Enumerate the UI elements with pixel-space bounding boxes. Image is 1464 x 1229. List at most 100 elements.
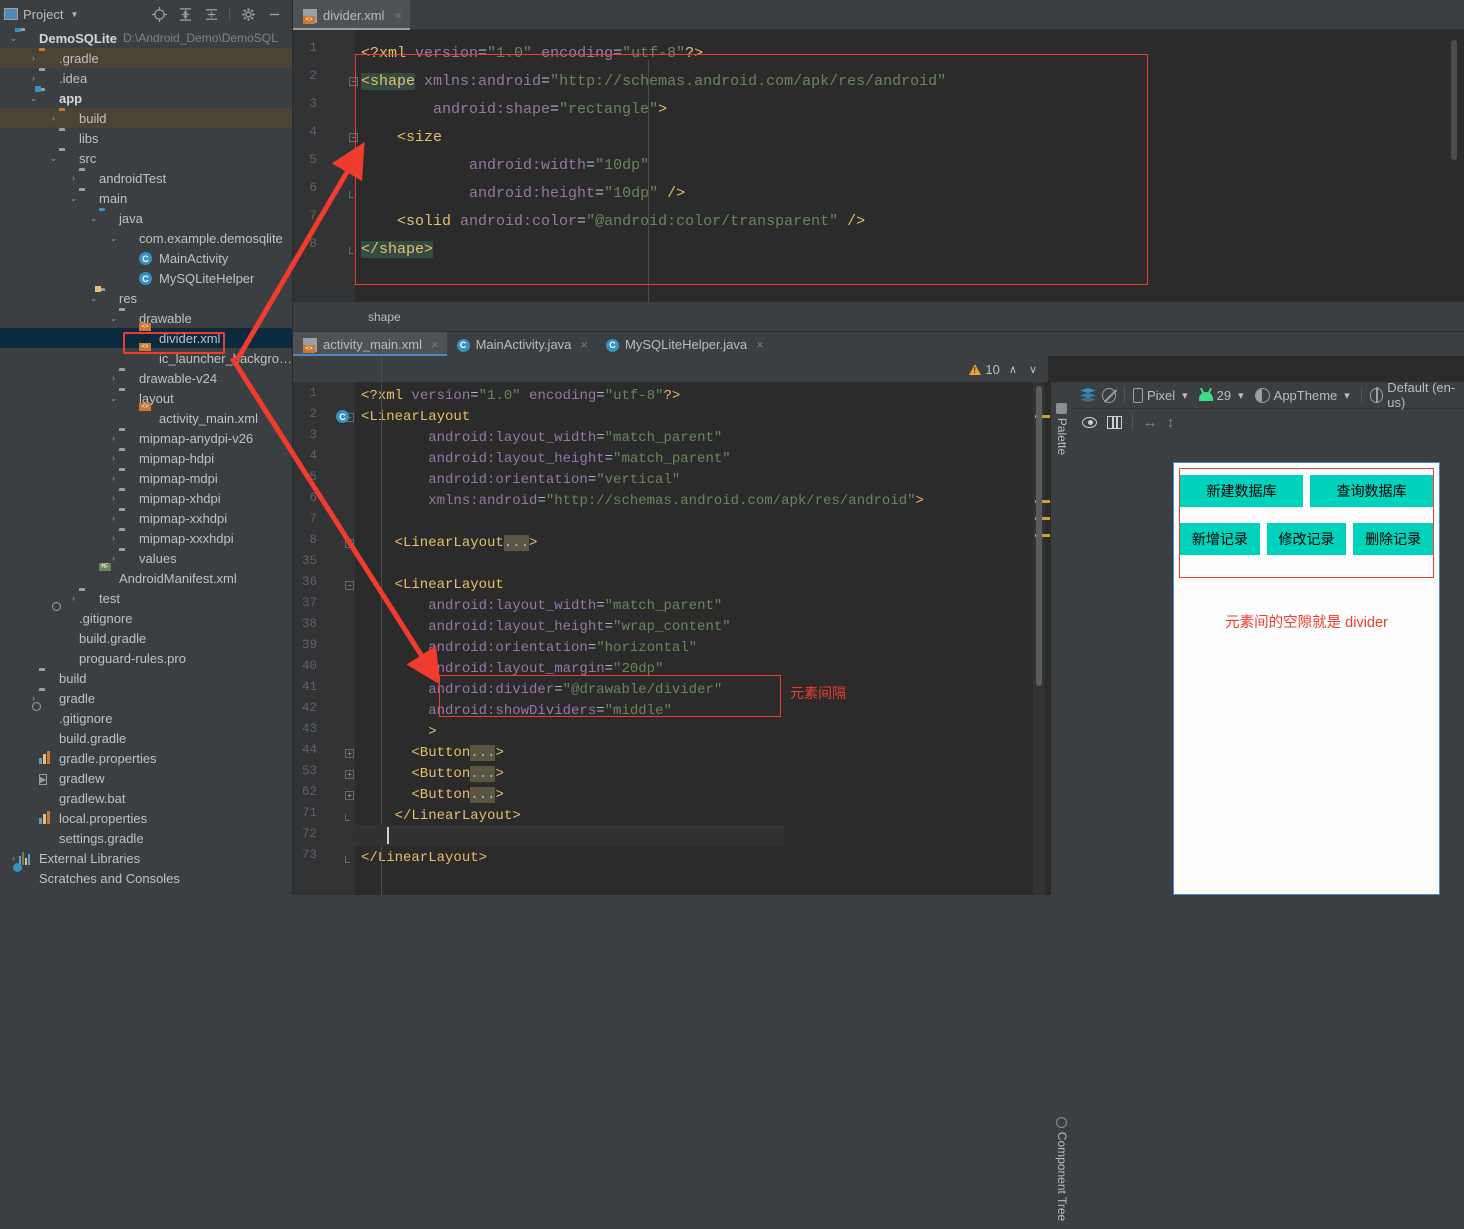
tab-mysqlitehelper-java[interactable]: C MySQLiteHelper.java × bbox=[596, 332, 772, 356]
tree-item-mainactivity[interactable]: C MainActivity bbox=[0, 248, 292, 268]
top-editor-code[interactable]: <?xml version="1.0" encoding="utf-8"?> <s… bbox=[355, 30, 1464, 302]
tree-item--idea[interactable]: › .idea bbox=[0, 68, 292, 88]
chevron-down-icon[interactable]: ⌄ bbox=[108, 313, 119, 324]
chevron-right-icon[interactable]: › bbox=[108, 553, 119, 564]
tree-item-androidtest[interactable]: › androidTest bbox=[0, 168, 292, 188]
close-icon[interactable]: × bbox=[756, 337, 764, 352]
fold-toggle-icon[interactable] bbox=[345, 855, 350, 863]
project-title-button[interactable]: Project ▼ bbox=[4, 7, 78, 22]
top-editor-tab-strip[interactable]: divider.xml × bbox=[293, 0, 1464, 30]
palette-tool-button[interactable]: Palette bbox=[1055, 394, 1069, 464]
device-selector[interactable]: Pixel ▾ bbox=[1132, 387, 1191, 403]
chevron-down-icon[interactable]: ⌄ bbox=[48, 153, 59, 164]
divider-xml-editor[interactable]: 1 2−3 4−5 6 7 8 <?xml version="1.0" encoding=… bbox=[293, 30, 1464, 332]
locate-icon[interactable] bbox=[151, 6, 167, 22]
tree-item--gitignore[interactable]: .gitignore bbox=[0, 708, 292, 728]
tree-item-test[interactable]: › test bbox=[0, 588, 292, 608]
design-mode-icon[interactable] bbox=[1080, 388, 1096, 402]
vertical-resize-icon[interactable]: ↕ bbox=[1167, 414, 1174, 430]
chevron-down-icon[interactable]: ⌄ bbox=[108, 393, 119, 404]
tab-divider-xml[interactable]: divider.xml × bbox=[293, 0, 411, 30]
tree-item-gradlew[interactable]: ▶ gradlew bbox=[0, 768, 292, 788]
fold-toggle-icon[interactable]: + bbox=[345, 790, 354, 800]
project-tree[interactable]: ⌄ DemoSQLite D:\Android_Demo\DemoSQL › .grad… bbox=[0, 28, 292, 895]
fold-toggle-icon[interactable]: + bbox=[345, 748, 354, 758]
tree-item-build-gradle[interactable]: build.gradle bbox=[0, 628, 292, 648]
chevron-down-icon[interactable]: ⌄ bbox=[8, 33, 19, 44]
horizontal-resize-icon[interactable]: ↔ bbox=[1143, 414, 1157, 430]
chevron-right-icon[interactable]: › bbox=[68, 593, 79, 604]
tab-activity-main-xml[interactable]: activity_main.xml × bbox=[293, 332, 447, 356]
chevron-down-icon[interactable]: ⌄ bbox=[88, 293, 99, 304]
tree-item-external-libraries[interactable]: › External Libraries bbox=[0, 848, 292, 868]
chevron-right-icon[interactable]: › bbox=[108, 433, 119, 444]
fold-toggle-icon[interactable] bbox=[349, 247, 354, 254]
fold-toggle-icon[interactable]: + bbox=[345, 538, 354, 548]
tree-item-java[interactable]: ⌄ java bbox=[0, 208, 292, 228]
tree-item--gradle[interactable]: › .gradle bbox=[0, 48, 292, 68]
tree-item-androidmanifest-xml[interactable]: AndroidManifest.xml bbox=[0, 568, 292, 588]
tree-item-ic-launcher-background-[interactable]: ic_launcher_background. bbox=[0, 348, 292, 368]
device-preview-frame[interactable]: 新建数据库 查询数据库 新增记录 修改记录 删除记录 元素间的空隙就是 divider bbox=[1173, 462, 1440, 895]
collapse-all-icon[interactable] bbox=[203, 6, 219, 22]
tree-item-scratches-and-consoles[interactable]: Scratches and Consoles bbox=[0, 868, 292, 888]
tree-item-gradle[interactable]: › gradle bbox=[0, 688, 292, 708]
chevron-right-icon[interactable]: › bbox=[108, 473, 119, 484]
tree-item-build[interactable]: › build bbox=[0, 108, 292, 128]
tree-item-build-gradle[interactable]: build.gradle bbox=[0, 728, 292, 748]
tree-item-mipmap-xxxhdpi[interactable]: › mipmap-xxxhdpi bbox=[0, 528, 292, 548]
prev-problem-icon[interactable]: ∧ bbox=[1006, 363, 1020, 376]
chevron-down-icon[interactable]: ⌄ bbox=[28, 93, 39, 104]
api-selector[interactable]: 29 ▾ bbox=[1198, 388, 1247, 403]
next-problem-icon[interactable]: ∨ bbox=[1026, 363, 1040, 376]
chevron-down-icon[interactable]: ⌄ bbox=[68, 193, 79, 204]
bottom-editor-scrollbar-thumb[interactable] bbox=[1036, 386, 1042, 686]
minimize-icon[interactable] bbox=[266, 6, 282, 22]
tab-mainactivity-java[interactable]: C MainActivity.java × bbox=[447, 332, 596, 356]
tree-item--gitignore[interactable]: .gitignore bbox=[0, 608, 292, 628]
close-icon[interactable]: × bbox=[431, 337, 439, 352]
tree-item-mipmap-xhdpi[interactable]: › mipmap-xhdpi bbox=[0, 488, 292, 508]
tree-item-proguard-rules-pro[interactable]: proguard-rules.pro bbox=[0, 648, 292, 668]
tree-item-local-properties[interactable]: local.properties bbox=[0, 808, 292, 828]
tree-item-drawable-v24[interactable]: › drawable-v24 bbox=[0, 368, 292, 388]
tree-item-build[interactable]: build bbox=[0, 668, 292, 688]
tree-item-app[interactable]: ⌄ app bbox=[0, 86, 292, 108]
eye-icon[interactable] bbox=[1082, 416, 1097, 428]
tree-item-mipmap-mdpi[interactable]: › mipmap-mdpi bbox=[0, 468, 292, 488]
fold-toggle-icon[interactable]: + bbox=[345, 769, 354, 779]
no-blueprint-icon[interactable] bbox=[1102, 387, 1117, 403]
close-icon[interactable]: × bbox=[580, 337, 588, 352]
bottom-editor-tab-strip[interactable]: activity_main.xml × C MainActivity.java × C My… bbox=[293, 332, 1464, 356]
class-gutter-icon[interactable]: C bbox=[336, 410, 349, 423]
tree-item-main[interactable]: ⌄ main bbox=[0, 188, 292, 208]
tree-item-activity-main-xml[interactable]: activity_main.xml bbox=[0, 408, 292, 428]
component-tree-tool-button[interactable]: Component Tree bbox=[1055, 1109, 1069, 1229]
chevron-right-icon[interactable]: › bbox=[8, 853, 19, 864]
tree-item-values[interactable]: › values bbox=[0, 548, 292, 568]
tree-item-mysqlitehelper[interactable]: C MySQLiteHelper bbox=[0, 268, 292, 288]
tree-item-com-example-demosqlite[interactable]: ⌄ com.example.demosqlite bbox=[0, 228, 292, 248]
fold-toggle-icon[interactable] bbox=[349, 191, 354, 198]
fold-toggle-icon[interactable]: − bbox=[345, 580, 354, 590]
chevron-right-icon[interactable]: › bbox=[108, 493, 119, 504]
tree-item-libs[interactable]: libs bbox=[0, 128, 292, 148]
tree-item-gradlew-bat[interactable]: gradlew.bat bbox=[0, 788, 292, 808]
chevron-right-icon[interactable]: › bbox=[48, 113, 59, 124]
chevron-right-icon[interactable]: › bbox=[108, 453, 119, 464]
tree-item-demosqlite[interactable]: ⌄ DemoSQLite D:\Android_Demo\DemoSQL bbox=[0, 28, 292, 48]
tree-item-mipmap-hdpi[interactable]: › mipmap-hdpi bbox=[0, 448, 292, 468]
chevron-down-icon[interactable]: ⌄ bbox=[88, 213, 99, 224]
chevron-right-icon[interactable]: › bbox=[108, 513, 119, 524]
chevron-right-icon[interactable]: › bbox=[28, 53, 39, 64]
chevron-right-icon[interactable]: › bbox=[28, 73, 39, 84]
expand-all-icon[interactable] bbox=[177, 6, 193, 22]
chevron-right-icon[interactable]: › bbox=[108, 373, 119, 384]
close-icon[interactable]: × bbox=[394, 8, 402, 23]
fold-toggle-icon[interactable] bbox=[345, 813, 350, 821]
theme-selector[interactable]: AppTheme ▾ bbox=[1254, 387, 1353, 403]
warning-count-badge[interactable]: 10 bbox=[969, 362, 1000, 377]
top-editor-scrollbar[interactable] bbox=[1451, 40, 1457, 160]
tree-item-gradle-properties[interactable]: gradle.properties bbox=[0, 748, 292, 768]
tree-item-mipmap-xxhdpi[interactable]: › mipmap-xxhdpi bbox=[0, 508, 292, 528]
